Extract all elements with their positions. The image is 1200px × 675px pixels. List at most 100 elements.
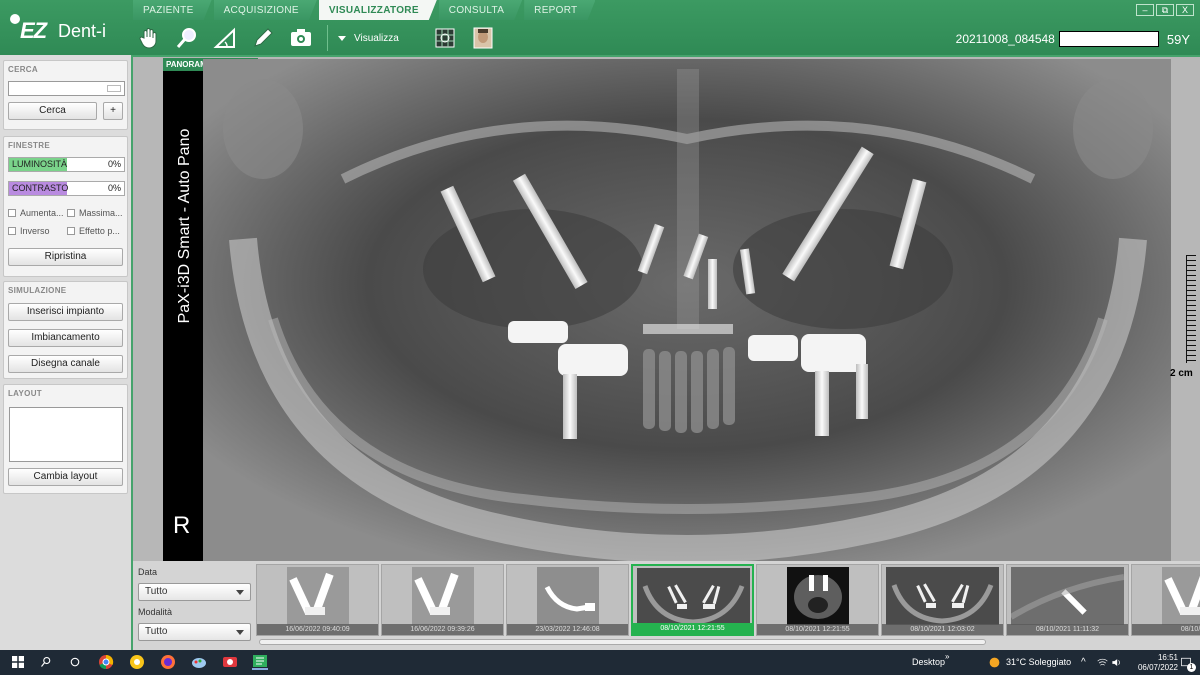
layout-preview[interactable] — [9, 407, 123, 462]
contrasto-value: 0% — [107, 183, 121, 193]
thumbnail-item[interactable]: 16/06/2022 09:39:26 — [381, 564, 504, 636]
firefox-icon[interactable] — [160, 654, 176, 670]
thumbnail-item[interactable]: 08/10/2021 12:03:02 — [881, 564, 1004, 636]
camera-icon[interactable] — [285, 24, 317, 52]
device-label: PaX-i3D Smart - Auto Pano — [176, 128, 193, 324]
image-viewer[interactable]: PANORAMICA PaX-i3D Smart - Auto Pano R 2… — [131, 55, 1200, 563]
thumbnail-date: 08/10/2021 12:03:02 — [882, 624, 1003, 635]
logo-name: Dent-i — [58, 21, 107, 41]
ezdent-taskbar-icon[interactable] — [252, 654, 268, 670]
windows-start-icon[interactable] — [10, 654, 26, 670]
system-clock[interactable]: 16:51 06/07/2022 — [1138, 653, 1178, 673]
aumenta-label: Aumenta... — [20, 208, 64, 218]
thumbnail-image — [1011, 567, 1124, 625]
finestre-title: FINESTRE — [8, 141, 50, 150]
search-icon[interactable] — [38, 654, 54, 670]
thumbnail-scrollbar[interactable] — [259, 639, 986, 645]
search-button[interactable]: Cerca — [8, 102, 97, 120]
face-icon[interactable] — [467, 24, 499, 52]
notification-icon[interactable]: 1 — [1178, 654, 1196, 672]
desktop-toolbar-label[interactable]: Desktop — [912, 650, 945, 675]
tab-report[interactable]: REPORT — [524, 0, 595, 20]
thumbnail-date: 08/10/2021 11:11:32 — [1007, 624, 1128, 635]
logo-prefix: EZ — [20, 18, 47, 43]
tab-visualizzatore[interactable]: VISUALIZZATORE — [319, 0, 437, 20]
notification-count: 1 — [1187, 663, 1196, 672]
main-tabs: PAZIENTE ACQUISIZIONE VISUALIZZATORE CON… — [133, 0, 597, 20]
thumbnail-item[interactable]: 16/06/2022 09:40:09 — [256, 564, 379, 636]
tab-acquisizione[interactable]: ACQUISIZIONE — [214, 0, 317, 20]
inserisci-impianto-button[interactable]: Inserisci impianto — [8, 303, 123, 321]
modalita-filter-select[interactable]: Tutto — [138, 623, 251, 641]
patient-info: 20211008_084548 59Y — [956, 31, 1190, 47]
viewer-toolbar: Visualizza — [133, 22, 505, 54]
checkbox-box — [67, 227, 75, 235]
search-input[interactable] — [8, 81, 125, 96]
cambia-layout-button[interactable]: Cambia layout — [8, 468, 123, 486]
thumbnail-item[interactable]: 08/10/2 — [1131, 564, 1200, 636]
minimize-button[interactable]: – — [1136, 4, 1154, 16]
paint-icon[interactable] — [191, 654, 207, 670]
restore-button[interactable]: ⧉ — [1156, 4, 1174, 16]
modalita-filter-label: Modalità — [138, 607, 173, 617]
cerca-section: CERCA Cerca + — [3, 60, 128, 130]
massima-label: Massima... — [79, 208, 123, 218]
imbiancamento-button[interactable]: Imbiancamento — [8, 329, 123, 347]
hand-icon[interactable] — [133, 24, 165, 52]
grid-icon[interactable] — [429, 24, 461, 52]
contrasto-label: CONTRASTO — [12, 183, 69, 193]
logo-dot — [10, 14, 20, 24]
recorder-icon[interactable] — [222, 654, 238, 670]
app-logo: EZ Dent-i — [10, 12, 125, 46]
inverso-checkbox[interactable]: Inverso — [8, 226, 50, 236]
thumbnail-item[interactable]: 08/10/2021 12:21:55 — [756, 564, 879, 636]
massima-checkbox[interactable]: Massima... — [67, 208, 123, 218]
modalita-filter-value: Tutto — [145, 626, 168, 637]
tray-chevron-up-icon[interactable]: ^ — [1081, 650, 1086, 675]
thumbnail-image — [787, 567, 849, 625]
weather-text[interactable]: 31°C Soleggiato — [1006, 650, 1071, 675]
visualizza-dropdown[interactable]: Visualizza — [338, 33, 399, 44]
thumbnail-image — [1162, 567, 1200, 625]
disegna-canale-button[interactable]: Disegna canale — [8, 355, 123, 373]
luminosita-label: LUMINOSITÀ — [12, 159, 68, 169]
magnifier-icon[interactable] — [171, 24, 203, 52]
thumbnail-date: 08/10/2021 12:21:55 — [757, 624, 878, 635]
clock-date: 06/07/2022 — [1137, 663, 1178, 672]
clock-time: 16:51 — [1157, 653, 1178, 662]
ripristina-button[interactable]: Ripristina — [8, 248, 123, 266]
patient-name-redacted — [1058, 31, 1159, 47]
luminosita-slider[interactable]: LUMINOSITÀ 0% — [8, 157, 125, 172]
luminosita-value: 0% — [107, 159, 121, 169]
volume-icon[interactable] — [1108, 654, 1124, 670]
data-filter-select[interactable]: Tutto — [138, 583, 251, 601]
chevron-down-icon — [236, 630, 244, 635]
chrome-icon[interactable] — [98, 654, 114, 670]
left-panel: CERCA Cerca + FINESTRE LUMINOSITÀ 0% CON… — [0, 55, 131, 650]
thumbnail-item[interactable]: 08/10/2021 11:11:32 — [1006, 564, 1129, 636]
angle-icon[interactable] — [209, 24, 241, 52]
tab-consulta[interactable]: CONSULTA — [439, 0, 522, 20]
task-view-icon[interactable] — [67, 654, 83, 670]
pen-icon[interactable] — [247, 24, 279, 52]
aumenta-checkbox[interactable]: Aumenta... — [8, 208, 64, 218]
tab-paziente[interactable]: PAZIENTE — [133, 0, 212, 20]
contrasto-slider[interactable]: CONTRASTO 0% — [8, 181, 125, 196]
checkbox-box — [67, 209, 75, 217]
thumbnail-list: 16/06/2022 09:40:09 16/06/2022 09:39:26 23… — [256, 564, 1200, 636]
chevrons-icon[interactable]: » — [945, 644, 949, 669]
layout-title: LAYOUT — [8, 389, 42, 398]
thumbnail-item[interactable]: 08/10/2021 12:21:55 — [631, 564, 754, 636]
panoramic-xray-image[interactable] — [203, 59, 1171, 561]
add-search-button[interactable]: + — [103, 102, 123, 120]
data-filter-value: Tutto — [145, 586, 168, 597]
chevron-down-icon — [236, 590, 244, 595]
effetto-checkbox[interactable]: Effetto p... — [67, 226, 120, 236]
thumbnail-item[interactable]: 23/03/2022 12:46:08 — [506, 564, 629, 636]
thumbnail-strip-panel: Data Tutto Modalità Tutto 16/06/2022 09:… — [131, 561, 1200, 650]
keyboard-icon[interactable] — [107, 85, 121, 92]
scale-label: 2 cm — [1170, 368, 1193, 379]
weather-sun-icon[interactable] — [986, 654, 1002, 670]
chrome-canary-icon[interactable] — [129, 654, 145, 670]
close-button[interactable]: X — [1176, 4, 1194, 16]
